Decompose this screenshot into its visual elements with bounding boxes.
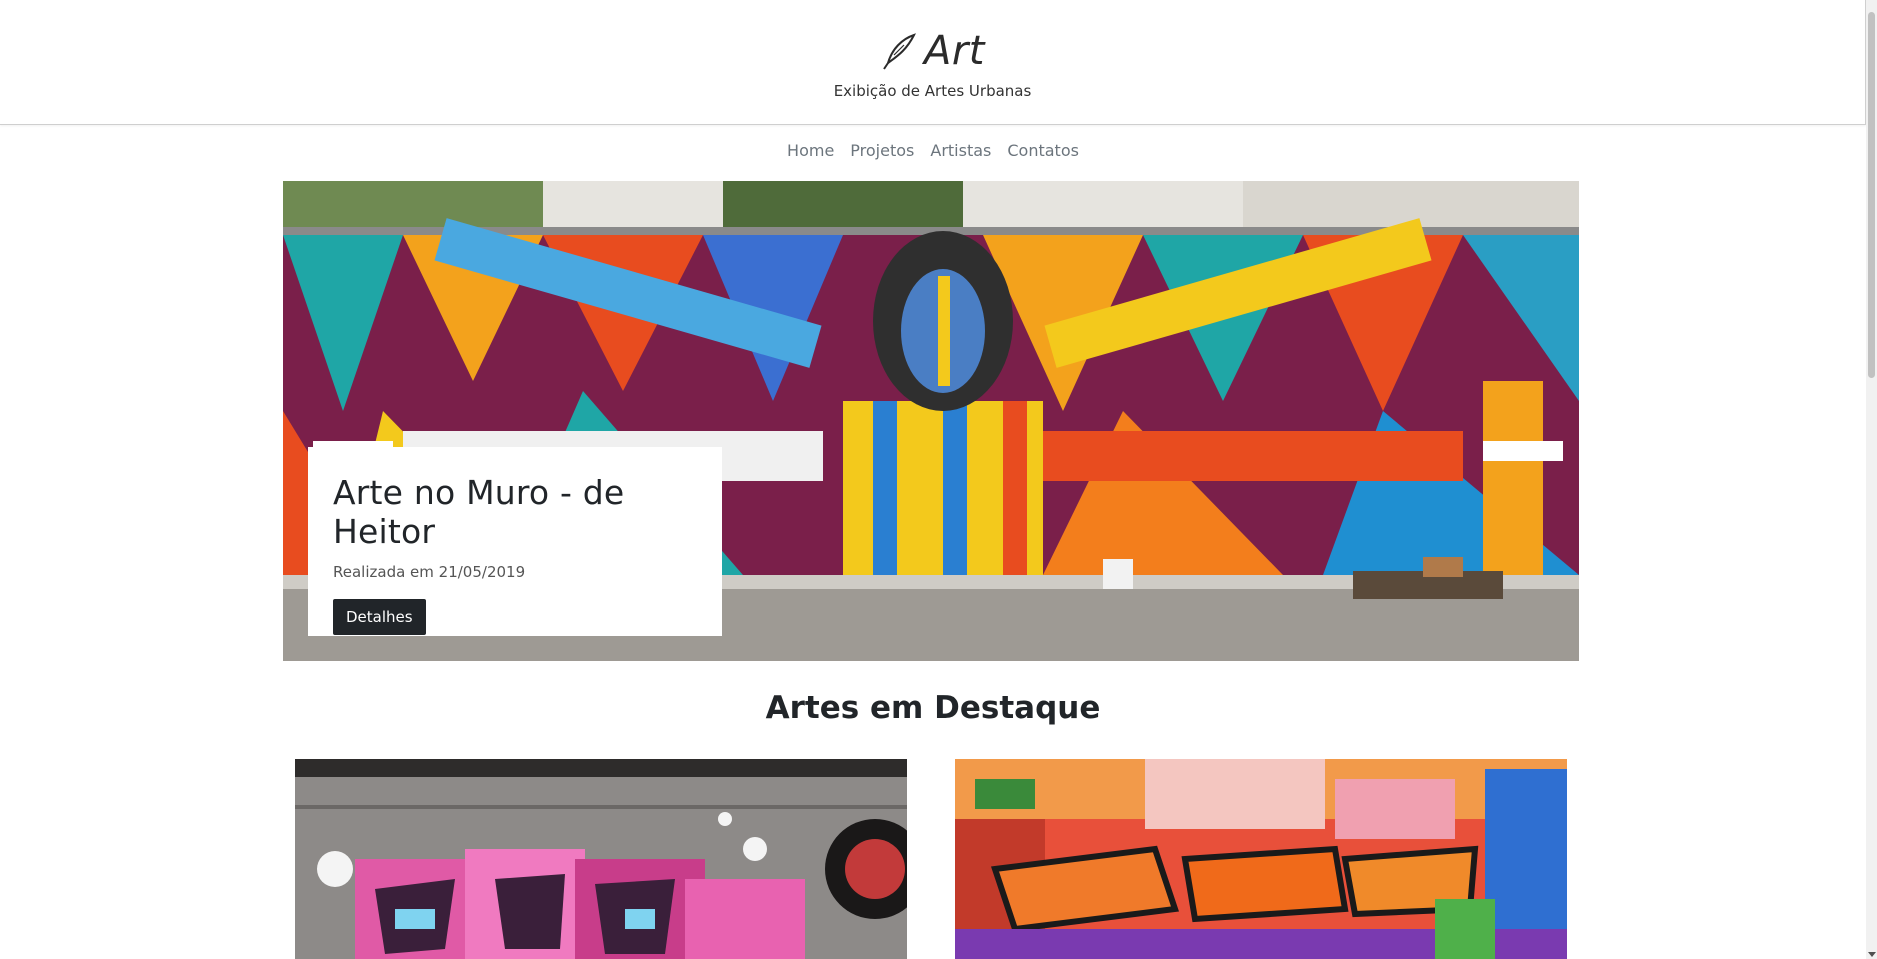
featured-art-image-2	[955, 759, 1567, 959]
hero-date: Realizada em 21/05/2019	[333, 563, 526, 581]
quill-icon	[883, 33, 916, 70]
brand-name: Art	[924, 28, 985, 74]
scroll-down-arrow-icon[interactable]	[1868, 952, 1876, 957]
featured-art-card-2[interactable]	[955, 759, 1567, 959]
main-nav: Home Projetos Artistas Contatos	[0, 141, 1866, 167]
featured-section-title: Artes em Destaque	[765, 690, 1101, 726]
hero-banner: Arte no Muro - de Heitor Realizada em 21…	[283, 181, 1579, 661]
nav-projetos[interactable]: Projetos	[850, 141, 914, 167]
nav-contatos[interactable]: Contatos	[1007, 141, 1079, 167]
scrollbar-thumb[interactable]	[1868, 12, 1875, 378]
vertical-scrollbar[interactable]	[1866, 0, 1877, 959]
hero-title: Arte no Muro - de Heitor	[333, 473, 625, 551]
site-header: Art Exibição de Artes Urbanas	[0, 0, 1866, 125]
hero-card: Arte no Muro - de Heitor Realizada em 21…	[308, 447, 722, 636]
nav-artistas[interactable]: Artistas	[930, 141, 991, 167]
featured-art-image-1	[295, 759, 907, 959]
nav-home[interactable]: Home	[787, 141, 834, 167]
brand[interactable]: Art	[0, 26, 1865, 76]
tagline: Exibição de Artes Urbanas	[833, 82, 1032, 100]
details-button[interactable]: Detalhes	[333, 599, 426, 635]
featured-art-card-1[interactable]	[295, 759, 907, 959]
